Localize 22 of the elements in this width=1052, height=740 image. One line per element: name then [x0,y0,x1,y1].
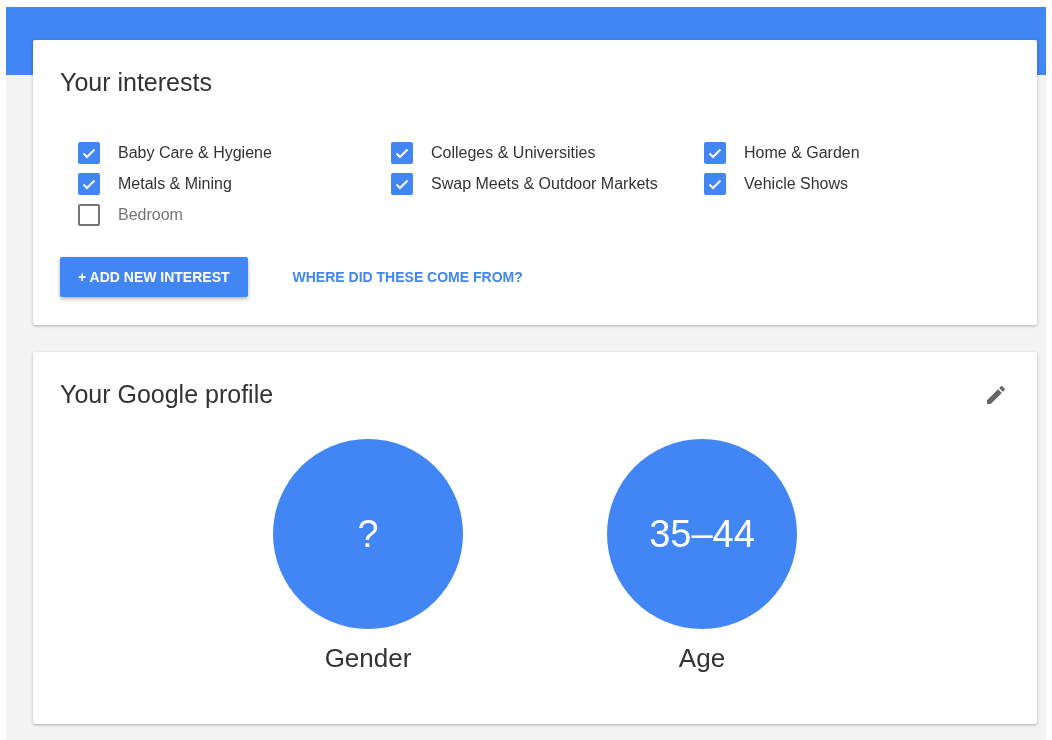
interest-label: Home & Garden [744,143,860,162]
interest-label: Colleges & Universities [431,143,596,162]
checkbox[interactable] [391,141,413,164]
card-title: Your Google profile [60,380,274,409]
checkbox[interactable] [704,172,726,195]
stat-label: Gender [324,643,412,674]
checkbox[interactable] [391,172,413,195]
interest-label: Bedroom [118,205,183,224]
add-interest-button[interactable]: + ADD NEW INTEREST [60,257,248,297]
stat-label: Age [678,643,726,674]
info-link[interactable]: WHERE DID THESE COME FROM? [292,269,523,285]
checkbox[interactable] [78,172,100,195]
interest-label: Vehicle Shows [744,174,849,193]
stat-circle: ? [273,439,463,629]
checkbox[interactable] [704,141,726,164]
interest-label: Baby Care & Hygiene [118,143,272,162]
stat-circle: 35–44 [607,439,797,629]
checkbox[interactable] [78,141,100,164]
card-title: Your interests [60,68,213,97]
checkbox[interactable] [78,203,100,226]
interest-label: Swap Meets & Outdoor Markets [431,174,658,193]
interest-label: Metals & Mining [118,174,232,193]
